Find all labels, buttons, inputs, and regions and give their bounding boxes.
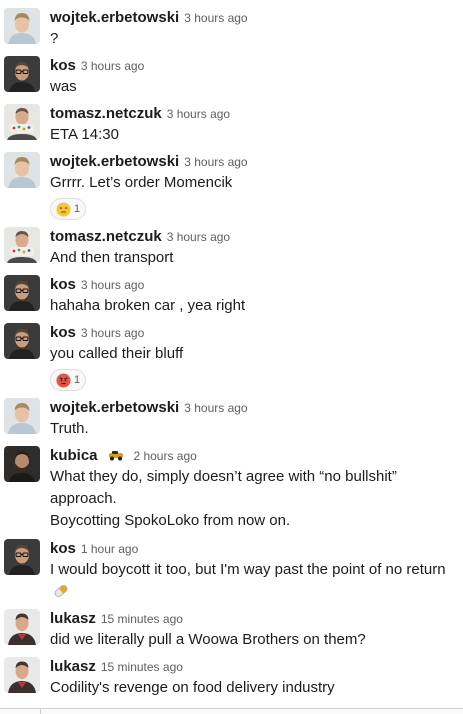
message-text: ? [50, 30, 59, 47]
message-author[interactable]: wojtek.erbetowski [50, 399, 179, 416]
avatar[interactable] [4, 275, 40, 311]
message-text: What they do, simply doesn’t agree with … [50, 468, 397, 485]
message-timestamp[interactable]: 3 hours ago [184, 11, 247, 25]
message-timestamp[interactable]: 15 minutes ago [101, 660, 183, 674]
message-timestamp[interactable]: 3 hours ago [81, 59, 144, 73]
avatar[interactable] [4, 398, 40, 434]
message-author[interactable]: kubica [50, 447, 98, 464]
reaction-count: 1 [74, 203, 81, 215]
message-timestamp[interactable]: 3 hours ago [184, 155, 247, 169]
message-text: Grrrr. Let’s order Momencik [50, 174, 233, 191]
message-author[interactable]: kos [50, 57, 76, 74]
reaction-pill[interactable]: 1 [50, 198, 87, 220]
message-timestamp[interactable]: 2 hours ago [133, 449, 196, 463]
message-author[interactable]: kos [50, 276, 76, 293]
message-feed: wojtek.erbetowski 3 hours ago ? kos 3 hour… [0, 0, 463, 714]
pill-icon [54, 585, 68, 597]
message-timestamp[interactable]: 3 hours ago [81, 326, 144, 340]
message-timestamp[interactable]: 3 hours ago [167, 107, 230, 121]
message-text: ETA 14:30 [50, 126, 119, 143]
message-text: Truth. [50, 420, 89, 437]
message-author[interactable]: lukasz [50, 610, 96, 627]
avatar[interactable] [4, 104, 40, 140]
avatar[interactable] [4, 657, 40, 693]
race-car-icon[interactable] [108, 450, 124, 461]
message-text: And then transport [50, 249, 174, 266]
avatar[interactable] [4, 539, 40, 575]
message-text: approach. [50, 490, 117, 507]
reaction-pill[interactable]: 1 [50, 369, 87, 391]
message-text: I would boycott it too, but I'm way past… [50, 561, 446, 578]
reaction-count: 1 [74, 374, 81, 386]
message-author[interactable]: wojtek.erbetowski [50, 9, 179, 26]
unamused-face-icon [56, 201, 71, 217]
message-composer-edge[interactable] [0, 708, 463, 714]
avatar[interactable] [4, 8, 40, 44]
message-author[interactable]: kos [50, 324, 76, 341]
message-author[interactable]: tomasz.netczuk [50, 228, 162, 245]
message-timestamp[interactable]: 3 hours ago [184, 401, 247, 415]
message-text: you called their bluff [50, 345, 184, 362]
avatar[interactable] [4, 323, 40, 359]
angry-face-icon [56, 372, 71, 388]
message-text: Codility's revenge on food delivery indu… [50, 679, 335, 696]
avatar[interactable] [4, 446, 40, 482]
avatar[interactable] [4, 56, 40, 92]
avatar[interactable] [4, 152, 40, 188]
message-timestamp[interactable]: 1 hour ago [81, 542, 138, 556]
message-timestamp[interactable]: 3 hours ago [167, 230, 230, 244]
message-author[interactable]: kos [50, 540, 76, 557]
message-text: did we literally pull a Woowa Brothers o… [50, 631, 366, 648]
message-text: hahaha broken car , yea right [50, 297, 246, 314]
message-timestamp[interactable]: 3 hours ago [81, 278, 144, 292]
message-author[interactable]: lukasz [50, 658, 96, 675]
message-author[interactable]: wojtek.erbetowski [50, 153, 179, 170]
avatar[interactable] [4, 227, 40, 263]
composer-divider [40, 709, 41, 714]
message-timestamp[interactable]: 15 minutes ago [101, 612, 183, 626]
message-text: Boycotting SpokoLoko from now on. [50, 512, 291, 529]
message-text: was [50, 78, 77, 95]
message-author[interactable]: tomasz.netczuk [50, 105, 162, 122]
avatar[interactable] [4, 609, 40, 645]
